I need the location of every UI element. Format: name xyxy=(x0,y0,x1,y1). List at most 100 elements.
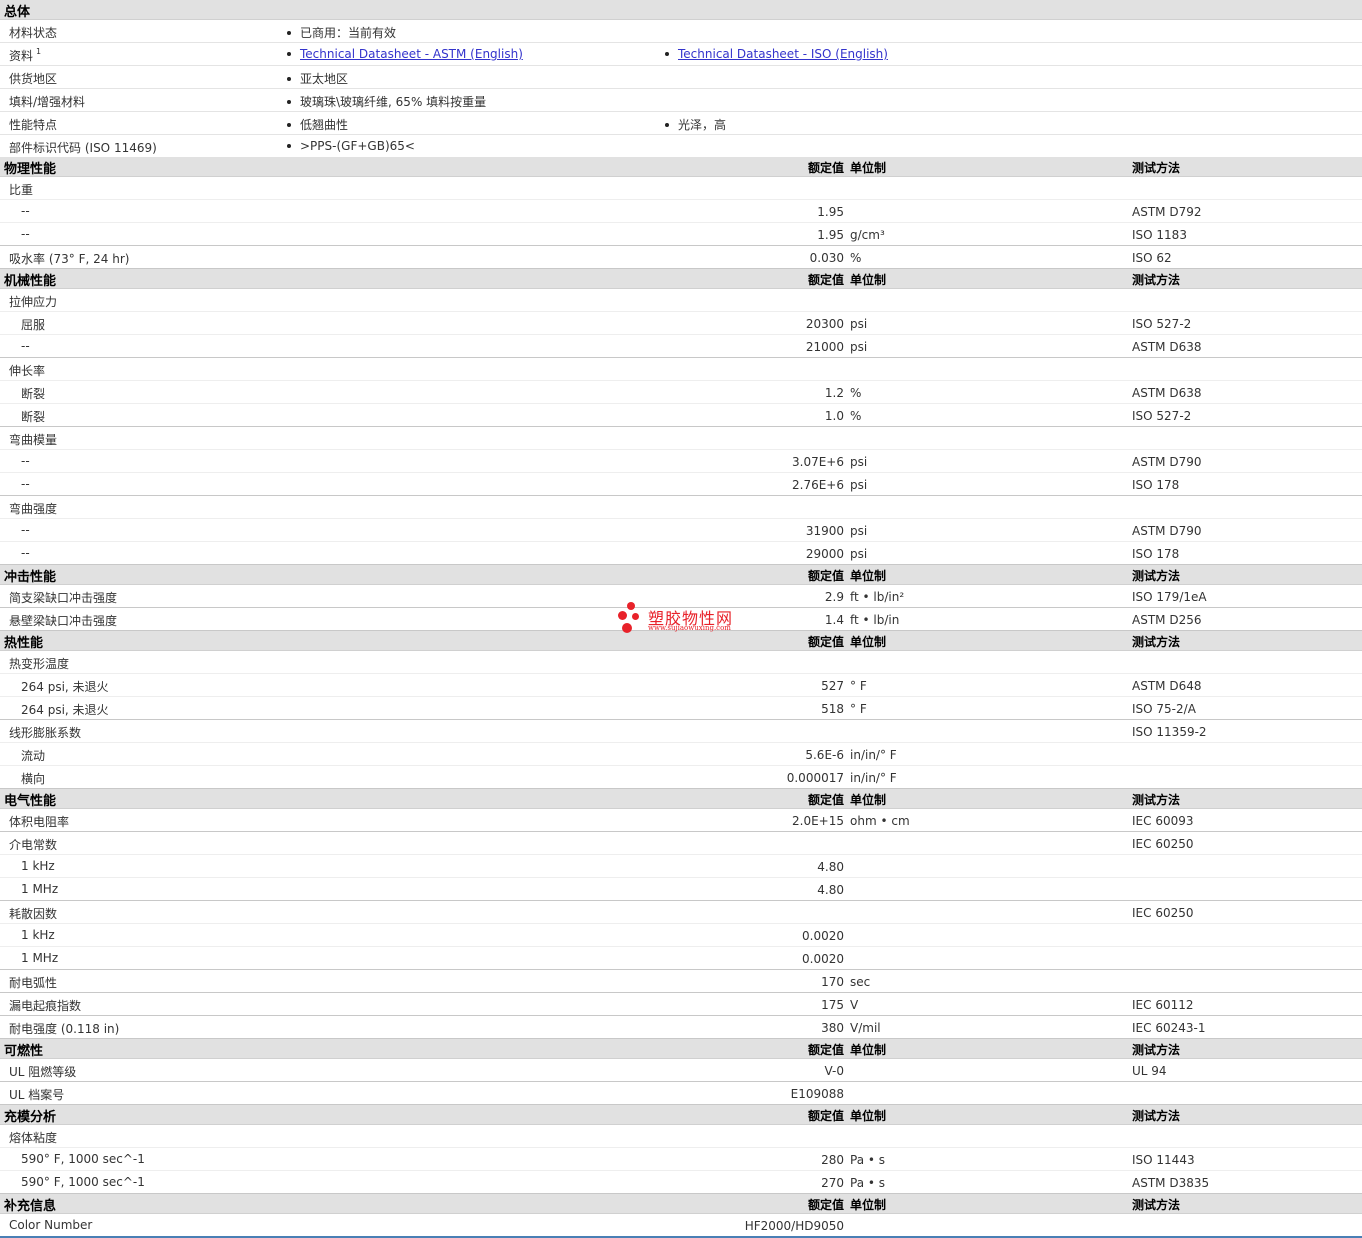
property-row: UL 档案号 E109088 xyxy=(0,1082,1362,1105)
property-row: -- 2.76E+6 psi ISO 178 xyxy=(0,473,1362,496)
property-row: 比重 xyxy=(0,177,1362,200)
section-header: 电气性能 额定值 单位制 测试方法 xyxy=(0,789,1362,809)
property-value: 380 xyxy=(821,1021,844,1035)
property-value: 2.76E+6 xyxy=(792,478,844,492)
property-row: 吸水率 (73° F, 24 hr) 0.030% ISO 62 xyxy=(0,246,1362,269)
property-value: 31900 xyxy=(805,524,844,538)
datasheet-link-iso[interactable]: Technical Datasheet - ISO (English) xyxy=(678,47,888,61)
general-row-documents: 资料 1 Technical Datasheet - ASTM (English)… xyxy=(0,43,1362,66)
property-unit: % xyxy=(850,251,862,265)
column-header-unit: 单位制 xyxy=(850,635,887,649)
column-header-method: 测试方法 xyxy=(1132,1043,1181,1057)
property-unit: ohm • cm xyxy=(850,814,910,828)
general-row-status: 材料状态 已商用：当前有效 xyxy=(0,20,1362,43)
property-value: 0.0020 xyxy=(802,952,844,966)
property-test-method: ISO 527-2 xyxy=(1132,317,1192,331)
property-test-method: ISO 11359-2 xyxy=(1132,725,1207,739)
section-title: 冲击性能 xyxy=(4,570,57,585)
property-value: 518 xyxy=(821,702,844,716)
section-title: 物理性能 xyxy=(4,162,57,177)
property-test-method: IEC 60250 xyxy=(1132,837,1194,851)
footnote-marker: 1 xyxy=(36,47,42,56)
column-header-value: 额定值 xyxy=(807,1198,844,1212)
property-test-method: IEC 60243-1 xyxy=(1132,1021,1206,1035)
column-header-value: 额定值 xyxy=(807,1043,844,1057)
property-value: E109088 xyxy=(790,1087,844,1101)
property-test-method: IEC 60250 xyxy=(1132,906,1194,920)
section-header: 充模分析 额定值 单位制 测试方法 xyxy=(0,1105,1362,1125)
property-row: 耐电强度 (0.118 in) 380 V/mil IEC 60243-1 xyxy=(0,1016,1362,1039)
property-row: 264 psi, 未退火 518 ° F ISO 75-2/A xyxy=(0,697,1362,720)
property-label: 横向 xyxy=(21,772,46,786)
bullet-icon xyxy=(287,122,291,127)
property-unit: V/mil xyxy=(850,1021,881,1035)
property-label: 1 MHz xyxy=(21,951,59,965)
column-header-value: 额定值 xyxy=(807,569,844,583)
property-sections: 物理性能 额定值 单位制 测试方法 比重 -- 1.95 ASTM D792 -- 1.95 g/c… xyxy=(0,157,1362,1237)
row-value: 已商用：当前有效 xyxy=(287,24,396,41)
property-label: 1 MHz xyxy=(21,882,59,896)
datasheet-link-astm[interactable]: Technical Datasheet - ASTM (English) xyxy=(300,47,523,61)
property-value: 175 xyxy=(821,998,844,1012)
column-header-method: 测试方法 xyxy=(1132,1109,1181,1123)
property-test-method: ISO 178 xyxy=(1132,547,1180,561)
property-value: 4.80 xyxy=(817,860,844,874)
property-label: 流动 xyxy=(21,749,46,763)
row-value: >PPS-(GF+GB)65< xyxy=(287,139,415,153)
property-unit: V xyxy=(850,998,859,1012)
property-value: 270 xyxy=(821,1176,844,1190)
property-row: 1 kHz 4.80 xyxy=(0,855,1362,878)
property-label: 590° F, 1000 sec^-1 xyxy=(21,1152,145,1166)
section-title: 充模分析 xyxy=(4,1110,57,1125)
property-value: 20300 xyxy=(805,317,844,331)
section-title: 热性能 xyxy=(4,636,44,651)
property-value: 280 xyxy=(821,1153,844,1167)
section-title: 补充信息 xyxy=(4,1199,57,1214)
property-row: 1 MHz 4.80 xyxy=(0,878,1362,901)
property-row: 弯曲强度 xyxy=(0,496,1362,519)
datasheet-link-iso-item: Technical Datasheet - ISO (English) xyxy=(665,47,888,61)
property-row: 拉伸应力 xyxy=(0,289,1362,312)
property-test-method: ASTM D256 xyxy=(1132,613,1202,627)
property-value: 0.030 xyxy=(809,251,844,265)
property-row: UL 阻燃等级 V-0 UL 94 xyxy=(0,1059,1362,1082)
property-test-method: ASTM D3835 xyxy=(1132,1176,1210,1190)
property-value: 1.95 xyxy=(817,205,844,219)
row-value: 亚太地区 xyxy=(287,70,348,87)
property-label: 体积电阻率 xyxy=(9,815,70,829)
property-label: -- xyxy=(21,204,30,218)
property-row: 耗散因数 IEC 60250 xyxy=(0,901,1362,924)
property-row: 断裂 1.0% ISO 527-2 xyxy=(0,404,1362,427)
property-value: 21000 xyxy=(805,340,844,354)
property-unit: ft • lb/in² xyxy=(850,590,905,604)
row-label: 材料状态 xyxy=(9,26,58,40)
property-unit: % xyxy=(850,386,862,400)
property-test-method: ASTM D638 xyxy=(1132,386,1202,400)
property-value: 4.80 xyxy=(817,883,844,897)
column-header-unit: 单位制 xyxy=(850,1043,887,1057)
property-label: 1 kHz xyxy=(21,928,55,942)
column-header-method: 测试方法 xyxy=(1132,635,1181,649)
property-label: 拉伸应力 xyxy=(9,295,58,309)
property-unit: sec xyxy=(850,975,871,989)
property-condition: (0.118 in) xyxy=(60,1022,120,1036)
column-header-unit: 单位制 xyxy=(850,569,887,583)
general-row-filler: 填料/增强材料 玻璃珠\玻璃纤维, 65% 填料按重量 xyxy=(0,89,1362,112)
column-header-value: 额定值 xyxy=(807,273,844,287)
property-value: 0.000017 xyxy=(786,771,844,785)
property-value: 1.95 xyxy=(817,228,844,242)
column-header-value: 额定值 xyxy=(807,1109,844,1123)
property-value: 3.07E+6 xyxy=(792,455,844,469)
property-unit: Pa • s xyxy=(850,1153,886,1167)
property-label: 悬壁梁缺口冲击强度 xyxy=(9,614,118,628)
row-label: 资料 1 xyxy=(9,47,42,63)
bullet-icon xyxy=(287,30,291,35)
property-value: V-0 xyxy=(824,1064,844,1078)
section-header: 补充信息 额定值 单位制 测试方法 xyxy=(0,1194,1362,1214)
property-test-method: IEC 60112 xyxy=(1132,998,1194,1012)
property-unit: in/in/° F xyxy=(850,748,897,762)
property-row: 1 MHz 0.0020 xyxy=(0,947,1362,970)
property-label: 耗散因数 xyxy=(9,907,58,921)
property-label: 断裂 xyxy=(21,410,46,424)
general-row-region: 供货地区 亚太地区 xyxy=(0,66,1362,89)
